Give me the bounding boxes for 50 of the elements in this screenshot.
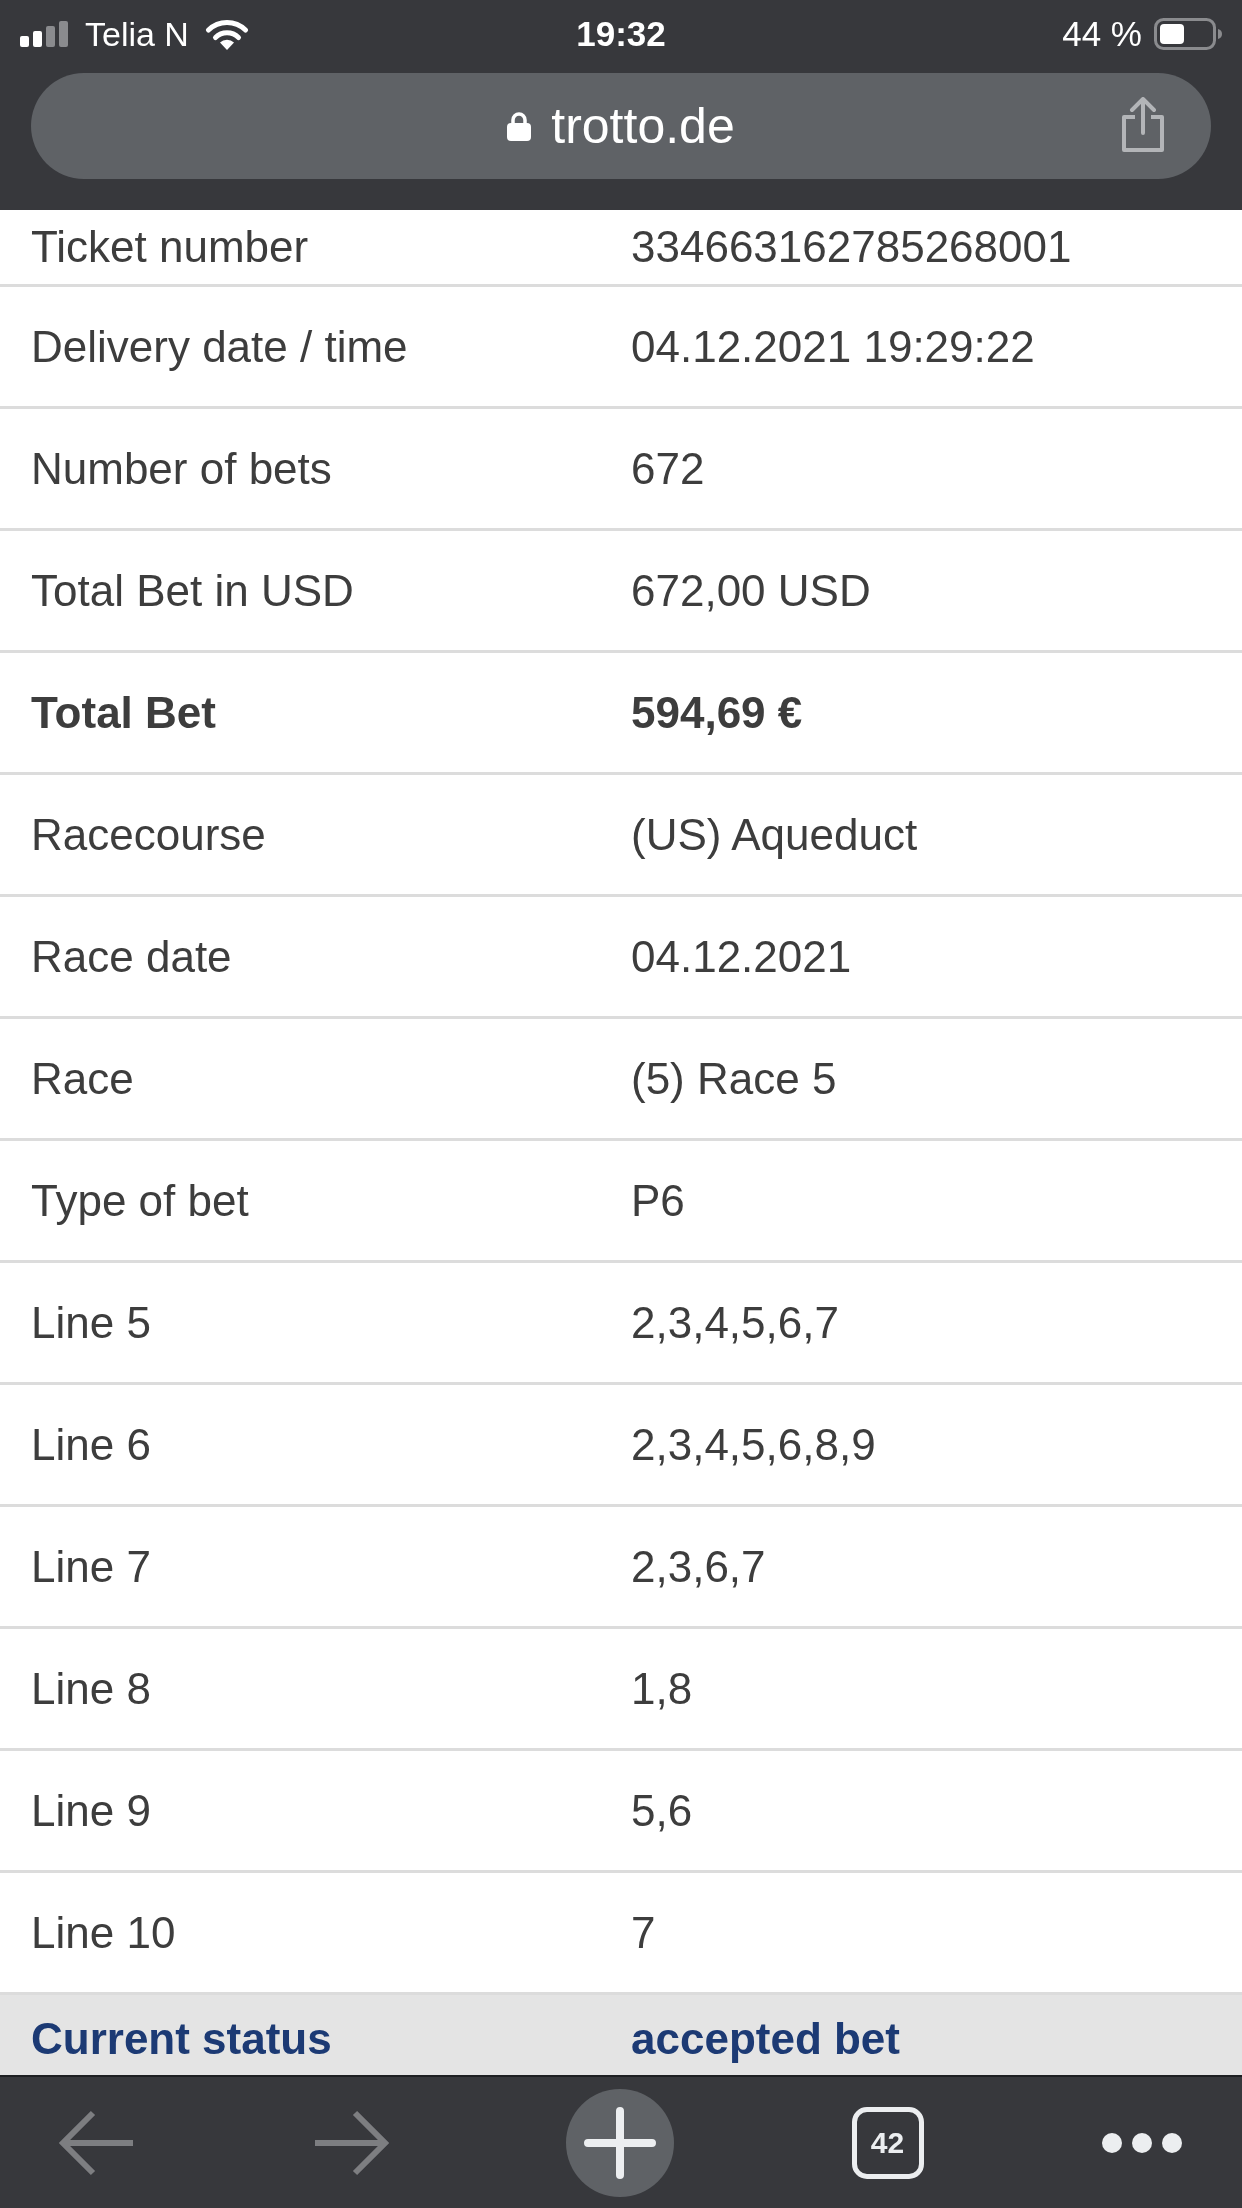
carrier-name: Telia N (85, 14, 189, 54)
row-label: Race (31, 1052, 134, 1105)
row-value: P6 (631, 1174, 685, 1227)
row-value: 334663162785268001 (631, 221, 1072, 273)
row-label: Number of bets (31, 442, 332, 495)
row-value: accepted bet (631, 2013, 900, 2065)
row-value: 594,69 € (631, 686, 803, 739)
row-value: 2,3,4,5,6,7 (631, 1296, 839, 1349)
row-value: 1,8 (631, 1662, 693, 1715)
row-value: 04.12.2021 (631, 930, 852, 983)
clock-time: 19:32 (576, 14, 666, 54)
row-label: Delivery date / time (31, 320, 408, 373)
row-value: 2,3,4,5,6,8,9 (631, 1418, 876, 1471)
url-text: trotto.de (551, 97, 735, 156)
row-label: Current status (31, 2013, 332, 2065)
row-label: Racecourse (31, 808, 266, 861)
row-label: Line 9 (31, 1784, 151, 1837)
new-tab-button[interactable] (566, 2088, 674, 2197)
address-bar[interactable]: trotto.de (31, 73, 1211, 179)
row-value: 5,6 (631, 1784, 693, 1837)
row-value: 04.12.2021 19:29:22 (631, 320, 1035, 373)
row-value: 672,00 USD (631, 564, 871, 617)
share-button[interactable] (1120, 97, 1166, 153)
row-value: 2,3,6,7 (631, 1540, 766, 1593)
tabs-button[interactable]: 42 (851, 2106, 924, 2179)
plus-icon (566, 2088, 674, 2197)
signal-icon (20, 21, 70, 47)
row-label: Ticket number (31, 221, 309, 273)
row-label: Line 8 (31, 1662, 151, 1715)
row-label: Line 5 (31, 1296, 151, 1349)
row-label: Line 7 (31, 1540, 151, 1593)
row-label: Total Bet (31, 686, 216, 739)
more-icon (1101, 2131, 1183, 2154)
row-label: Line 6 (31, 1418, 151, 1471)
row-label: Type of bet (31, 1174, 249, 1227)
battery-percentage: 44 % (1062, 14, 1142, 54)
row-value: 7 (631, 1906, 656, 1959)
row-value: (5) Race 5 (631, 1052, 837, 1105)
battery-icon (1154, 18, 1222, 50)
lock-icon (507, 111, 532, 141)
row-label: Total Bet in USD (31, 564, 354, 617)
row-value: (US) Aqueduct (631, 808, 918, 861)
row-value: 672 (631, 442, 705, 495)
row-label: Race date (31, 930, 232, 983)
share-icon (1120, 97, 1166, 153)
row-label: Line 10 (31, 1906, 176, 1959)
back-arrow-icon (59, 2109, 135, 2176)
wifi-icon (204, 18, 249, 50)
more-button[interactable] (1101, 2131, 1183, 2154)
forward-arrow-icon (312, 2109, 389, 2176)
